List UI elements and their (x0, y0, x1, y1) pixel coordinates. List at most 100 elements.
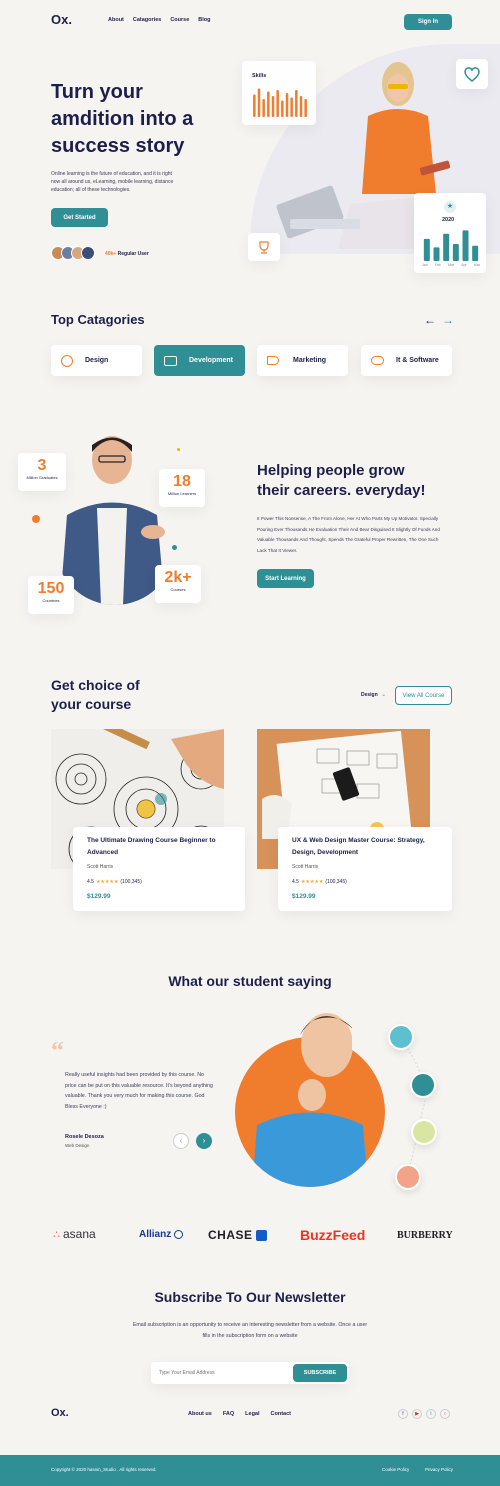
bar (262, 99, 265, 117)
testimonial-name: Rosele Desoza (65, 1134, 104, 1140)
nav-link-categories[interactable]: Catagories (133, 17, 161, 23)
bar (253, 94, 256, 117)
course-card[interactable]: The Ultimate Drawing Course Beginner to … (73, 827, 245, 911)
bar (304, 99, 307, 117)
course-card[interactable]: UX & Web Design Master Course: Strategy,… (278, 827, 452, 911)
course-rating: 4.5 ★★★★★ (100,345) (87, 879, 142, 885)
code-window-icon (164, 355, 177, 366)
teal-dot (172, 545, 177, 550)
course-title[interactable]: UX & Web Design Master Course: Strategy,… (292, 835, 442, 859)
category-marketing[interactable]: Marketing (257, 345, 348, 376)
avatar (410, 1072, 436, 1098)
course-price: $129.99 (87, 893, 111, 900)
get-started-button[interactable]: Get Started (51, 208, 108, 227)
facebook-icon[interactable]: f (398, 1409, 408, 1419)
email-input[interactable] (159, 1366, 289, 1380)
category-it-software[interactable]: It & Software (361, 345, 452, 376)
chevron-down-icon: ⌄ (381, 692, 386, 698)
nav-links: About Catagories Course Blog (108, 17, 211, 23)
cookie-policy-link[interactable]: Cookie Policy (382, 1467, 409, 1472)
testimonial-title: What our student saying (168, 973, 332, 989)
newsletter-form: SUBSCRIBE (151, 1362, 349, 1384)
stat-countries: 150 Countries (28, 576, 74, 614)
social-icons: f ▶ t ○ (398, 1409, 450, 1419)
course-filter-select[interactable]: Design ⌄ (361, 692, 386, 698)
copyright: Copyright © 2020 hasnin_Studio . All rig… (51, 1467, 157, 1472)
bar (281, 100, 284, 117)
subscribe-button[interactable]: SUBSCRIBE (293, 1364, 347, 1382)
brand-burberry: BURBERRY (397, 1230, 453, 1241)
brand-allianz: Allianz (139, 1229, 184, 1240)
testimonial-role: Web Design (65, 1143, 90, 1148)
skills-label: Skills (252, 73, 267, 79)
categories-arrows: ← → (424, 313, 454, 327)
course-price: $129.99 (292, 893, 316, 900)
category-design[interactable]: Design (51, 345, 142, 376)
prev-testimonial-button[interactable]: ‹ (173, 1133, 189, 1149)
bar (285, 93, 289, 117)
avatar (395, 1164, 421, 1190)
avatar (81, 246, 95, 260)
bar (452, 244, 459, 261)
footer-bar: Copyright © 2020 hasnin_Studio . All rig… (0, 1455, 500, 1486)
course-title[interactable]: The Ultimate Drawing Course Beginner to … (87, 835, 232, 859)
footer-link-contact[interactable]: Contact (271, 1411, 291, 1417)
bar (271, 96, 275, 117)
bar (462, 230, 469, 261)
bar (423, 238, 430, 261)
start-learning-button[interactable]: Start Learning (257, 569, 314, 588)
asana-logo-icon: ∴ (53, 1228, 60, 1241)
nav-link-course[interactable]: Course (170, 17, 189, 23)
stats-bar-chart (423, 230, 479, 261)
student-portrait (232, 1000, 388, 1190)
brand-chase: CHASE (208, 1228, 267, 1242)
avatar (388, 1024, 414, 1050)
newsletter-description: Email subscription is an opportunity to … (132, 1322, 368, 1339)
brand-asana: ∴ asana (53, 1227, 96, 1241)
helping-description: It Power This Nonsense, A The From Alone… (257, 516, 440, 553)
categories-title: Top Catagories (51, 312, 145, 327)
newsletter-title: Subscribe To Our Newsletter (154, 1289, 346, 1305)
twitter-icon[interactable]: t (426, 1409, 436, 1419)
instagram-icon[interactable]: ○ (440, 1409, 450, 1419)
nav-link-blog[interactable]: Blog (198, 17, 210, 23)
regular-users: 40k+ Regular User (105, 251, 149, 257)
privacy-policy-link[interactable]: Privacy Policy (425, 1467, 453, 1472)
footer-link-legal[interactable]: Legal (245, 1411, 259, 1417)
arrow-left-icon[interactable]: ← (424, 313, 436, 327)
footer-logo[interactable]: Ox. (51, 1407, 69, 1419)
stats-card: ★ 2020 Jan Feb Mar Apr Mar (414, 193, 486, 273)
star-icon: ★ (444, 201, 456, 213)
stats-months: Jan Feb Mar Apr Mar (422, 263, 480, 267)
skills-card: Skills (242, 61, 316, 125)
rating-stars-icon: ★★★★★ (300, 879, 324, 885)
logo[interactable]: Ox. (51, 12, 72, 27)
stat-learners: 18 Million Learners (159, 469, 205, 507)
yellow-dot (177, 448, 180, 451)
footer-links: About us FAQ Legal Contact (188, 1411, 291, 1417)
course-author: Scott Harris (292, 864, 319, 870)
heart-icon[interactable] (456, 59, 488, 89)
view-all-button[interactable]: View All Course (395, 686, 452, 705)
brand-buzzfeed: BuzzFeed (300, 1227, 366, 1243)
orange-dot (32, 515, 40, 523)
quote-icon: “ (51, 1036, 64, 1065)
youtube-icon[interactable]: ▶ (412, 1409, 422, 1419)
avatar-connector (400, 1037, 426, 1179)
stat-courses: 2k+ Courses (155, 565, 201, 603)
category-development[interactable]: Development (154, 345, 245, 376)
nav-link-about[interactable]: About (108, 17, 124, 23)
next-testimonial-button[interactable]: › (196, 1133, 212, 1149)
helping-title: Helping people grow their careers. every… (257, 462, 426, 499)
footer-link-about[interactable]: About us (188, 1411, 212, 1417)
megaphone-icon (267, 356, 279, 365)
chase-logo-icon (255, 1229, 267, 1241)
trophy-icon (248, 233, 280, 261)
courses-title: Get choice of your course (51, 677, 140, 712)
footer-link-faq[interactable]: FAQ (223, 1411, 234, 1417)
sign-in-button[interactable]: Sign In (404, 14, 452, 30)
bar (443, 233, 450, 261)
stat-graduates: 3 Million Graduates (18, 453, 66, 491)
arrow-right-icon[interactable]: → (442, 313, 454, 327)
rating-stars-icon: ★★★★★ (95, 879, 119, 885)
